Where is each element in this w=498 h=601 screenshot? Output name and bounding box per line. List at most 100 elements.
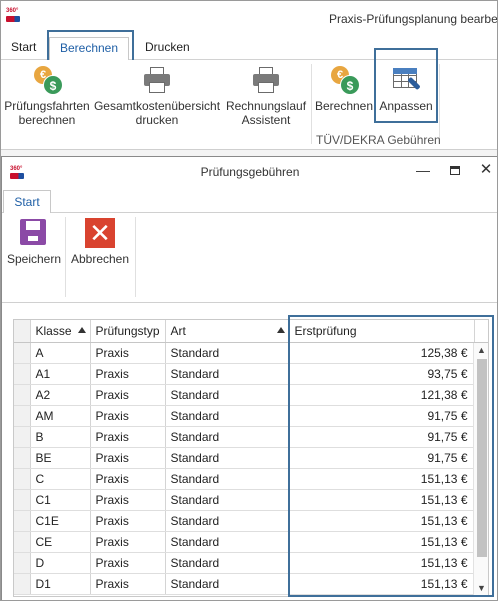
cell-erstpruefung[interactable]: 151,13 € [289, 573, 475, 595]
table-row[interactable]: AM Praxis Standard 91,75 € [14, 405, 488, 427]
table-row[interactable]: A1 Praxis Standard 93,75 € [14, 363, 488, 385]
button-label: Abbrechen [70, 252, 130, 266]
cell-erstpruefung[interactable]: 151,13 € [289, 468, 475, 490]
cell-art[interactable]: Standard [165, 342, 290, 364]
table-row[interactable]: C Praxis Standard 151,13 € [14, 468, 488, 490]
cell-pruefungstyp[interactable]: Praxis [90, 510, 166, 532]
row-selector[interactable] [14, 447, 31, 469]
row-selector[interactable] [14, 510, 31, 532]
scrollbar-thumb[interactable] [477, 359, 487, 557]
button-label: Speichern [6, 252, 62, 266]
cell-art[interactable]: Standard [165, 468, 290, 490]
cell-erstpruefung[interactable]: 151,13 € [289, 531, 475, 553]
table-row[interactable]: C1 Praxis Standard 151,13 € [14, 489, 488, 511]
cell-pruefungstyp[interactable]: Praxis [90, 405, 166, 427]
table-row[interactable]: C1E Praxis Standard 151,13 € [14, 510, 488, 532]
gebuehren-berechnen-button[interactable]: € $ Berechnen [314, 64, 374, 113]
cell-klasse[interactable]: BE [30, 447, 91, 469]
column-header-erstpruefung[interactable]: Erstprüfung [289, 320, 475, 343]
cell-erstpruefung[interactable]: 91,75 € [289, 405, 475, 427]
save-button[interactable]: Speichern [4, 217, 64, 266]
table-row[interactable]: BE Praxis Standard 91,75 € [14, 447, 488, 469]
cell-klasse[interactable]: B [30, 426, 91, 448]
column-header-klasse[interactable]: Klasse [30, 320, 91, 343]
button-label: Rechnungslauf [225, 99, 307, 113]
cell-erstpruefung[interactable]: 125,38 € [289, 342, 475, 364]
vertical-scrollbar[interactable]: ▲ ▼ [473, 343, 488, 596]
cell-art[interactable]: Standard [165, 531, 290, 553]
column-header-pruefungstyp[interactable]: Prüfungstyp [90, 320, 166, 343]
cell-pruefungstyp[interactable]: Praxis [90, 489, 166, 511]
scroll-up-icon[interactable]: ▲ [474, 343, 488, 357]
cell-erstpruefung[interactable]: 91,75 € [289, 426, 475, 448]
cell-klasse[interactable]: AM [30, 405, 91, 427]
cell-klasse[interactable]: A2 [30, 384, 91, 406]
row-selector[interactable] [14, 384, 31, 406]
cell-pruefungstyp[interactable]: Praxis [90, 573, 166, 595]
row-selector[interactable] [14, 531, 31, 553]
cell-art[interactable]: Standard [165, 384, 290, 406]
table-row[interactable]: CE Praxis Standard 151,13 € [14, 531, 488, 553]
row-selector[interactable] [14, 405, 31, 427]
minimize-button[interactable]: — [413, 160, 433, 180]
cell-pruefungstyp[interactable]: Praxis [90, 384, 166, 406]
cell-klasse[interactable]: CE [30, 531, 91, 553]
cell-klasse[interactable]: C [30, 468, 91, 490]
cell-erstpruefung[interactable]: 93,75 € [289, 363, 475, 385]
row-selector[interactable] [14, 342, 31, 364]
app-logo-icon: 360° [6, 8, 22, 26]
table-row[interactable]: D Praxis Standard 151,13 € [14, 552, 488, 574]
cell-erstpruefung[interactable]: 151,13 € [289, 489, 475, 511]
table-row[interactable]: A2 Praxis Standard 121,38 € [14, 384, 488, 406]
cell-klasse[interactable]: C1E [30, 510, 91, 532]
table-row[interactable]: A Praxis Standard 125,38 € [14, 342, 488, 364]
cell-klasse[interactable]: D [30, 552, 91, 574]
dialog-ribbon: Speichern ✕ Abbrechen [2, 213, 497, 303]
column-header-art[interactable]: Art [165, 320, 290, 343]
cell-klasse[interactable]: C1 [30, 489, 91, 511]
tab-start[interactable]: Start [3, 190, 51, 214]
cell-pruefungstyp[interactable]: Praxis [90, 552, 166, 574]
coins-icon: € $ [328, 64, 360, 96]
rechnungslauf-assistent-button[interactable]: Rechnungslauf Assistent [223, 64, 309, 127]
table-row[interactable]: B Praxis Standard 91,75 € [14, 426, 488, 448]
cell-art[interactable]: Standard [165, 489, 290, 511]
cell-klasse[interactable]: D1 [30, 573, 91, 595]
cell-pruefungstyp[interactable]: Praxis [90, 426, 166, 448]
cell-pruefungstyp[interactable]: Praxis [90, 468, 166, 490]
cell-art[interactable]: Standard [165, 552, 290, 574]
cell-pruefungstyp[interactable]: Praxis [90, 342, 166, 364]
tab-start[interactable]: Start [11, 40, 36, 54]
cell-art[interactable]: Standard [165, 426, 290, 448]
button-label: Gesamtkostenübersicht [93, 99, 221, 113]
cell-pruefungstyp[interactable]: Praxis [90, 531, 166, 553]
cell-pruefungstyp[interactable]: Praxis [90, 363, 166, 385]
maximize-button[interactable] [445, 160, 465, 180]
cancel-button[interactable]: ✕ Abbrechen [68, 217, 132, 266]
cell-klasse[interactable]: A1 [30, 363, 91, 385]
button-label: drucken [135, 113, 179, 127]
scroll-down-icon[interactable]: ▼ [474, 581, 488, 595]
cell-art[interactable]: Standard [165, 363, 290, 385]
cell-art[interactable]: Standard [165, 405, 290, 427]
cell-art[interactable]: Standard [165, 447, 290, 469]
gesamtkostenuebersicht-drucken-button[interactable]: Gesamtkostenübersicht drucken [93, 64, 221, 127]
table-row[interactable]: D1 Praxis Standard 151,13 € [14, 573, 488, 595]
row-selector[interactable] [14, 426, 31, 448]
pruefungsfahrten-berechnen-button[interactable]: € $ Prüfungsfahrten berechnen [3, 64, 91, 127]
row-selector[interactable] [14, 489, 31, 511]
row-selector[interactable] [14, 552, 31, 574]
row-selector[interactable] [14, 573, 31, 595]
cell-erstpruefung[interactable]: 121,38 € [289, 384, 475, 406]
cell-erstpruefung[interactable]: 151,13 € [289, 552, 475, 574]
cell-pruefungstyp[interactable]: Praxis [90, 447, 166, 469]
cell-erstpruefung[interactable]: 91,75 € [289, 447, 475, 469]
cell-art[interactable]: Standard [165, 573, 290, 595]
cell-art[interactable]: Standard [165, 510, 290, 532]
row-selector[interactable] [14, 363, 31, 385]
row-selector[interactable] [14, 468, 31, 490]
cell-klasse[interactable]: A [30, 342, 91, 364]
tab-drucken[interactable]: Drucken [145, 40, 190, 54]
cell-erstpruefung[interactable]: 151,13 € [289, 510, 475, 532]
close-button[interactable]: ✕ [476, 160, 496, 180]
